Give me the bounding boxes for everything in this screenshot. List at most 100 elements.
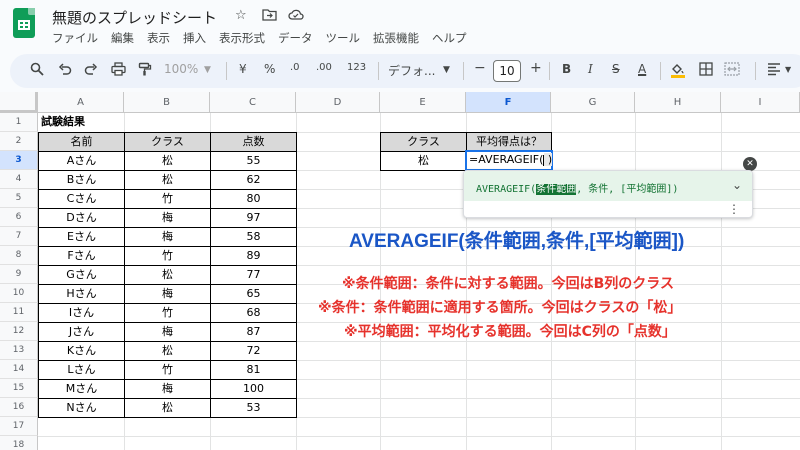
- cell-name[interactable]: Hさん: [39, 285, 124, 304]
- zoom-select[interactable]: 100%: [164, 62, 198, 76]
- row-header-8[interactable]: 8: [0, 246, 38, 265]
- cell-name[interactable]: Gさん: [39, 266, 124, 285]
- increase-decimal-button[interactable]: .00: [316, 62, 332, 73]
- menu-data[interactable]: データ: [278, 30, 313, 46]
- cell-a1-title[interactable]: 試験結果: [41, 113, 161, 132]
- cell-class[interactable]: 松: [125, 171, 210, 190]
- cell-class[interactable]: 松: [125, 399, 210, 418]
- row-header-1[interactable]: 1: [0, 113, 38, 132]
- cell-a2-header-name[interactable]: 名前: [39, 133, 124, 151]
- format-percent-button[interactable]: %: [264, 62, 275, 76]
- cell-f2-average-header[interactable]: 平均得点は？: [467, 133, 551, 151]
- document-title[interactable]: 無題のスプレッドシート: [52, 7, 217, 28]
- cell-class[interactable]: 竹: [125, 190, 210, 209]
- horizontal-align-icon[interactable]: [767, 62, 781, 79]
- menu-extensions[interactable]: 拡張機能: [373, 30, 419, 46]
- row-header-15[interactable]: 15: [0, 379, 38, 398]
- row-header-17[interactable]: 17: [0, 417, 38, 436]
- fill-color-icon[interactable]: [670, 62, 686, 81]
- cell-class[interactable]: 松: [125, 266, 210, 285]
- close-help-icon[interactable]: ✕: [743, 157, 757, 171]
- row-header-16[interactable]: 16: [0, 398, 38, 417]
- menu-help[interactable]: ヘルプ: [432, 30, 467, 46]
- print-icon[interactable]: [111, 62, 126, 79]
- column-header-a[interactable]: A: [38, 92, 124, 113]
- redo-icon[interactable]: [84, 62, 98, 79]
- column-header-i[interactable]: I: [721, 92, 800, 113]
- column-header-c[interactable]: C: [210, 92, 296, 113]
- row-header-11[interactable]: 11: [0, 303, 38, 322]
- cell-class[interactable]: 竹: [125, 361, 210, 380]
- row-header-4[interactable]: 4: [0, 170, 38, 189]
- paint-format-icon[interactable]: [138, 62, 152, 79]
- formula-help-header[interactable]: AVERAGEIF(条件範囲, 条件, [平均範囲]) ⌄: [464, 171, 752, 201]
- select-all-corner[interactable]: [0, 92, 38, 113]
- bold-button[interactable]: B: [562, 62, 571, 76]
- cell-c2-header-score[interactable]: 点数: [211, 133, 296, 151]
- cell-name[interactable]: Kさん: [39, 342, 124, 361]
- cell-name[interactable]: Jさん: [39, 323, 124, 342]
- cell-class[interactable]: 梅: [125, 209, 210, 228]
- cell-score[interactable]: 62: [211, 171, 296, 190]
- borders-icon[interactable]: [699, 62, 713, 79]
- cell-class[interactable]: 梅: [125, 228, 210, 247]
- text-color-button[interactable]: A: [638, 62, 646, 76]
- row-header-18[interactable]: 18: [0, 436, 38, 450]
- chevron-down-icon[interactable]: ⌄: [732, 178, 742, 192]
- undo-icon[interactable]: [58, 62, 72, 79]
- cell-name[interactable]: Bさん: [39, 171, 124, 190]
- column-header-b[interactable]: B: [124, 92, 210, 113]
- cell-class[interactable]: 竹: [125, 247, 210, 266]
- column-header-h[interactable]: H: [635, 92, 721, 113]
- row-header-12[interactable]: 12: [0, 322, 38, 341]
- sheets-logo-icon[interactable]: [13, 8, 35, 38]
- italic-button[interactable]: I: [588, 62, 593, 76]
- cell-name[interactable]: Iさん: [39, 304, 124, 323]
- cell-name[interactable]: Dさん: [39, 209, 124, 228]
- cloud-status-icon[interactable]: [288, 8, 304, 24]
- cell-class[interactable]: 竹: [125, 304, 210, 323]
- row-header-2[interactable]: 2: [0, 132, 38, 151]
- cell-b2-header-class[interactable]: クラス: [125, 133, 210, 151]
- decrease-decimal-button[interactable]: .0: [290, 62, 300, 73]
- cell-score[interactable]: 77: [211, 266, 296, 285]
- cell-name[interactable]: Mさん: [39, 380, 124, 399]
- cell-name[interactable]: Aさん: [39, 152, 124, 171]
- more-options-icon[interactable]: ⋮: [728, 202, 740, 216]
- menu-insert[interactable]: 挿入: [183, 30, 206, 46]
- cell-class[interactable]: 松: [125, 342, 210, 361]
- cell-score[interactable]: 65: [211, 285, 296, 304]
- cell-name[interactable]: Nさん: [39, 399, 124, 418]
- cell-f3-formula-editor[interactable]: =AVERAGEIF( ): [465, 150, 553, 171]
- column-header-e[interactable]: E: [380, 92, 466, 113]
- cell-class[interactable]: 松: [125, 152, 210, 171]
- cell-e3-class-value[interactable]: 松: [381, 152, 466, 171]
- move-to-folder-icon[interactable]: [262, 8, 277, 25]
- row-header-7[interactable]: 7: [0, 227, 38, 246]
- column-header-f[interactable]: F: [466, 92, 551, 113]
- row-header-9[interactable]: 9: [0, 265, 38, 284]
- row-header-14[interactable]: 14: [0, 360, 38, 379]
- cell-score[interactable]: 55: [211, 152, 296, 171]
- row-header-3[interactable]: 3: [0, 151, 38, 170]
- merge-cells-icon[interactable]: [724, 62, 740, 79]
- cell-score[interactable]: 58: [211, 228, 296, 247]
- cell-score[interactable]: 87: [211, 323, 296, 342]
- cell-score[interactable]: 72: [211, 342, 296, 361]
- decrease-font-size-button[interactable]: −: [474, 60, 486, 76]
- search-icon[interactable]: [30, 62, 44, 79]
- cell-name[interactable]: Cさん: [39, 190, 124, 209]
- row-header-13[interactable]: 13: [0, 341, 38, 360]
- font-size-input[interactable]: 10: [493, 60, 521, 82]
- font-select[interactable]: デフォ...: [388, 62, 435, 79]
- menu-edit[interactable]: 編集: [111, 30, 134, 46]
- cell-class[interactable]: 梅: [125, 285, 210, 304]
- cell-score[interactable]: 100: [211, 380, 296, 399]
- cell-name[interactable]: Fさん: [39, 247, 124, 266]
- row-header-10[interactable]: 10: [0, 284, 38, 303]
- cell-e2-lookup-class-header[interactable]: クラス: [381, 133, 466, 151]
- column-header-d[interactable]: D: [296, 92, 380, 113]
- star-icon[interactable]: ☆: [235, 8, 247, 23]
- cell-class[interactable]: 梅: [125, 323, 210, 342]
- cell-score[interactable]: 80: [211, 190, 296, 209]
